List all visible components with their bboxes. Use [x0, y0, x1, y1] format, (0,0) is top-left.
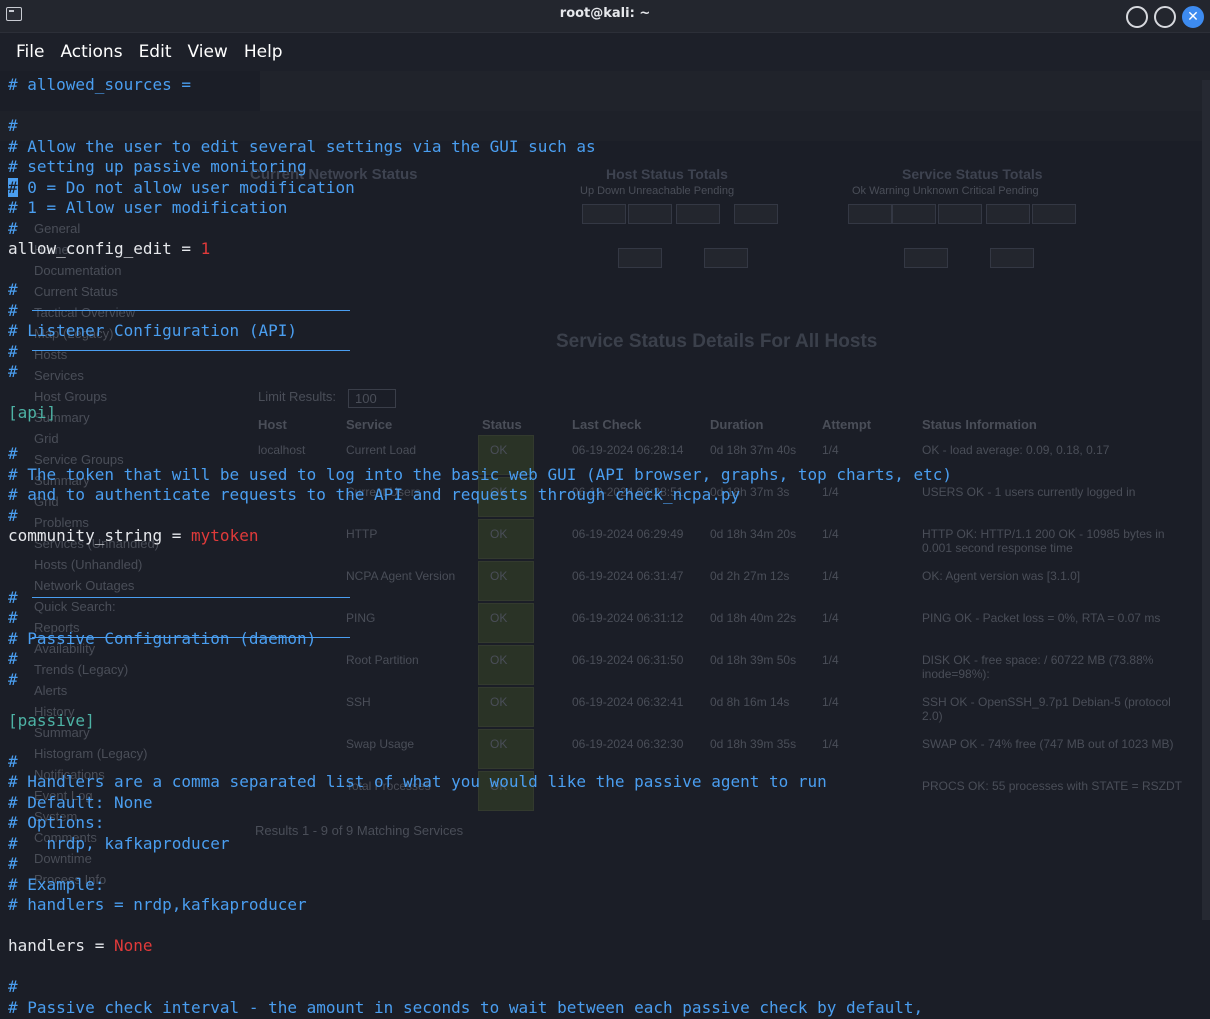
listener-rule-bottom [32, 350, 350, 351]
terminal-line: # [8, 116, 18, 135]
config-key: handlers = [8, 936, 114, 955]
terminal-line: # setting up passive monitoring [8, 157, 307, 176]
terminal-line: community_string = mytoken [8, 526, 258, 547]
terminal-line: # 0 = Do not allow user modification [8, 177, 355, 199]
config-value: mytoken [191, 526, 259, 545]
terminal-line: # [8, 341, 18, 361]
terminal-line: # [8, 505, 18, 525]
comment-text: 0 = Do not allow user modification [17, 177, 355, 197]
menu-file[interactable]: File [16, 42, 44, 62]
terminal-content[interactable]: # allowed_sources = # # Allow the user to … [0, 71, 1210, 1017]
terminal-line: # The token that will be used to log int… [8, 464, 953, 484]
menu-bar: File Actions Edit View Help [0, 33, 1210, 71]
terminal-line: # [8, 751, 18, 771]
terminal-line: handlers = None [8, 936, 153, 957]
terminal-line: # [8, 444, 18, 463]
passive-rule-top [32, 597, 350, 598]
window-controls: ✕ [1126, 6, 1204, 28]
terminal-line: allow_config_edit = 1 [8, 239, 210, 260]
terminal-line: # Example: [8, 874, 105, 894]
config-value: None [113, 936, 153, 955]
terminal-line: # Allow the user to edit several setting… [8, 136, 596, 156]
terminal-line: # Listener Configuration (API) [8, 321, 297, 340]
config-key: allow_config_edit = [8, 239, 201, 258]
menu-edit[interactable]: Edit [139, 42, 172, 62]
close-button[interactable]: ✕ [1182, 6, 1204, 28]
terminal-line: # nrdp, kafkaproducer [8, 833, 230, 853]
text-cursor: # [8, 177, 18, 197]
terminal-line: # [8, 608, 18, 627]
menu-view[interactable]: View [187, 42, 227, 62]
listener-rule-top [32, 310, 350, 311]
terminal-line: # [8, 977, 18, 996]
close-icon: ✕ [1187, 9, 1199, 25]
terminal-line: # and to authenticate requests to the AP… [8, 485, 741, 504]
window-titlebar[interactable]: root@kali: ~ ✕ [0, 0, 1210, 33]
terminal-line: # Passive Configuration (daemon) [8, 628, 317, 648]
terminal-line: # Default: None [8, 792, 153, 812]
maximize-button[interactable] [1154, 6, 1176, 28]
terminal-line: # [8, 587, 18, 607]
terminal-line: # [8, 280, 18, 299]
menu-actions[interactable]: Actions [60, 42, 122, 62]
minimize-button[interactable] [1126, 6, 1148, 28]
terminal-line: [api] [8, 403, 57, 422]
window-title: root@kali: ~ [559, 6, 651, 21]
terminal-line: [passive] [8, 710, 95, 730]
terminal-line: # Handlers are a comma separated list of… [8, 772, 827, 791]
terminal-line: # [8, 669, 18, 689]
terminal-scrollbar[interactable] [1202, 80, 1210, 920]
menu-help[interactable]: Help [244, 42, 283, 62]
terminal-line: # allowed_sources = [8, 75, 192, 94]
terminal-line: # [8, 854, 18, 873]
config-key: community_string = [8, 526, 192, 545]
terminal-line: # Options: [8, 813, 105, 832]
terminal-line: # [8, 362, 18, 381]
terminal-line: # Passive check interval - the amount in… [8, 997, 924, 1017]
terminal-line: # [8, 649, 18, 668]
terminal-line: # handlers = nrdp,kafkaproducer [8, 895, 307, 914]
terminal-line: # [8, 218, 18, 238]
passive-rule-bottom [32, 637, 350, 638]
terminal-line: # [8, 300, 18, 320]
config-value: 1 [200, 239, 211, 258]
terminal-line: # 1 = Allow user modification [8, 198, 288, 217]
